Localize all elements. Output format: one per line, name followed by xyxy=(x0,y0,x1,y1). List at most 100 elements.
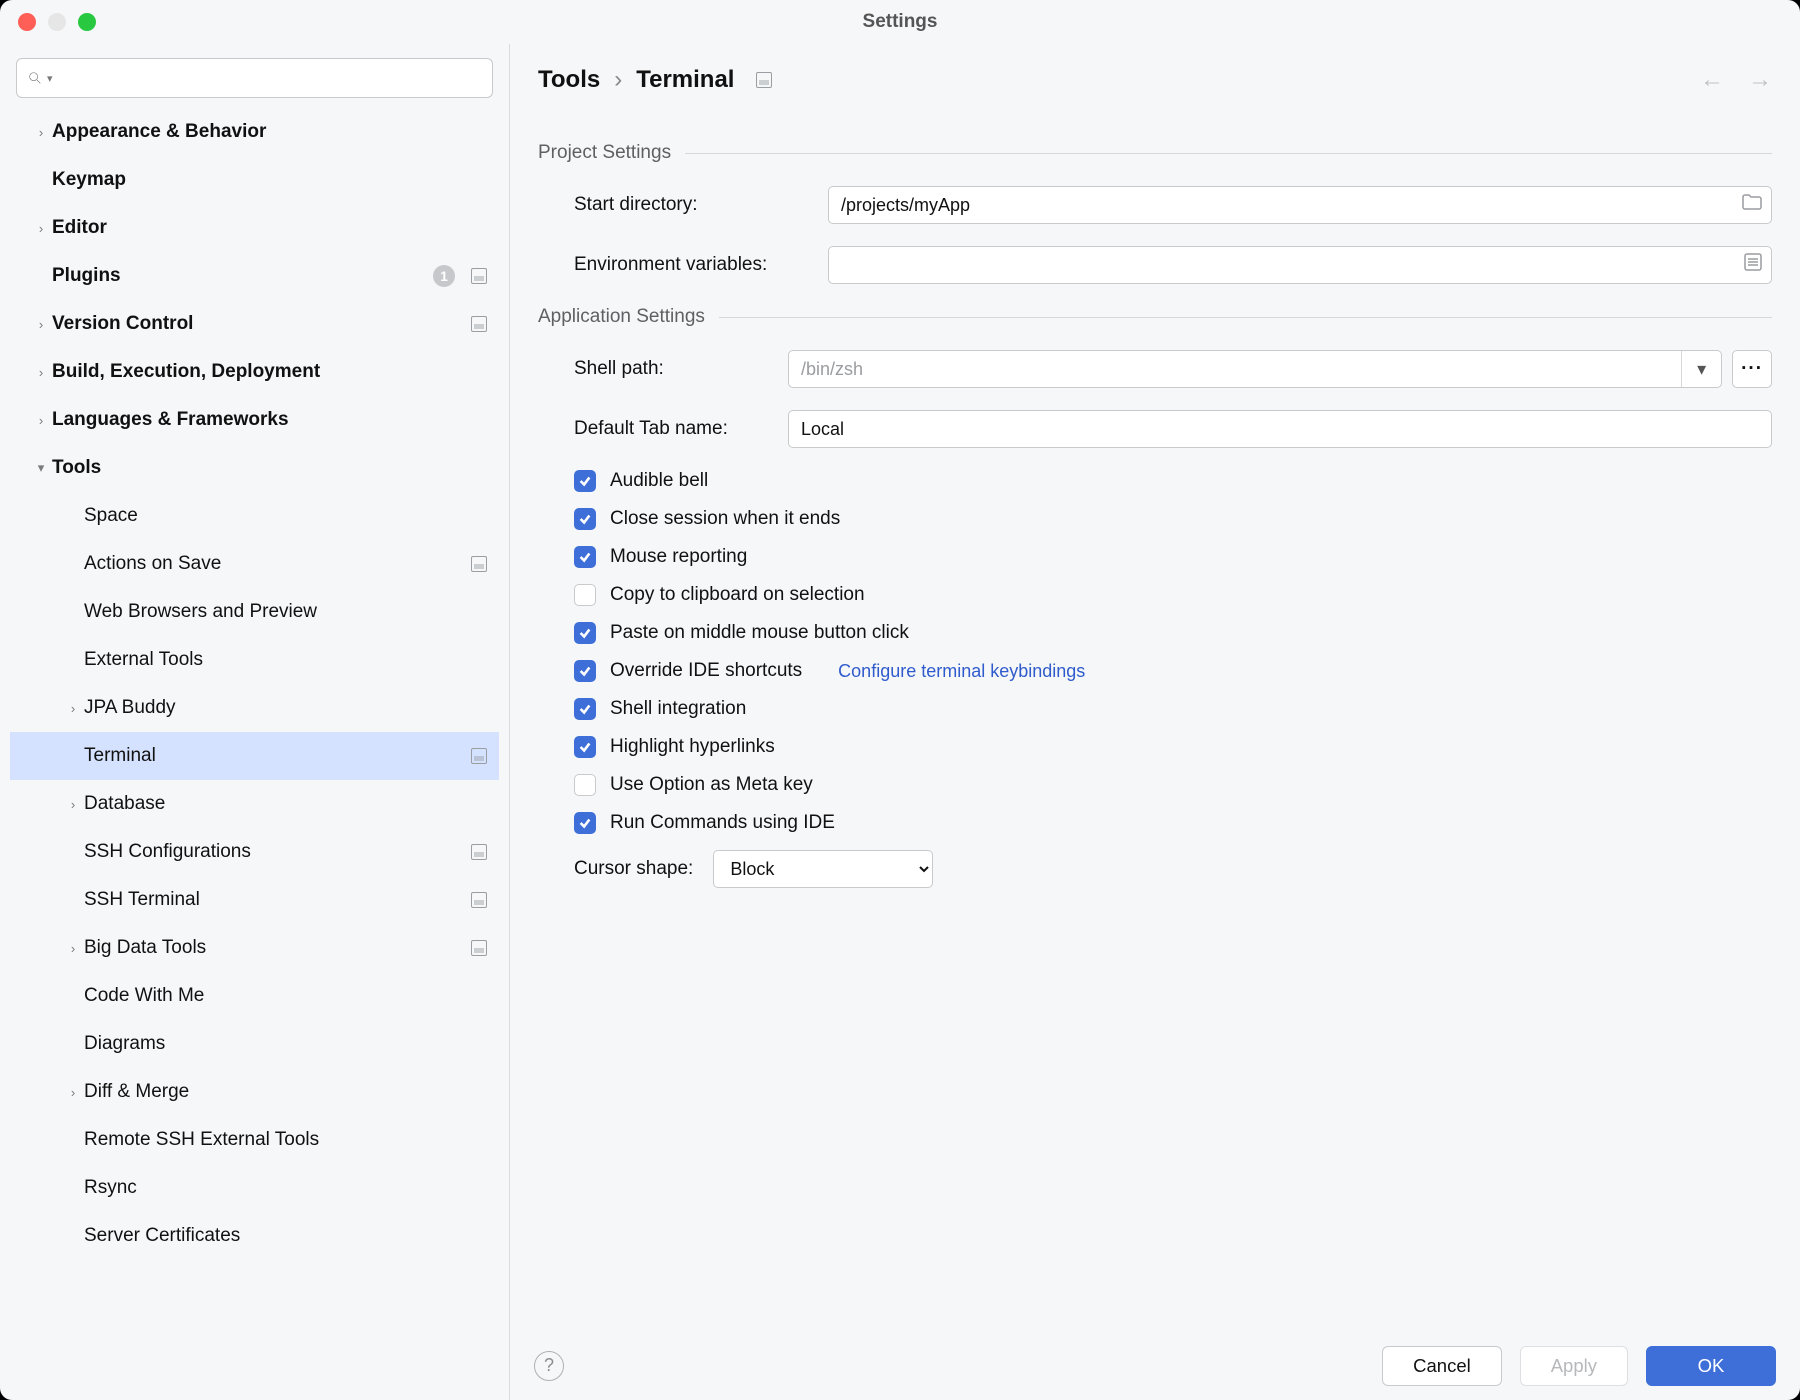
window-minimize-button[interactable] xyxy=(48,13,66,31)
sidebar-item-label: Remote SSH External Tools xyxy=(84,1129,319,1151)
checkbox-label: Paste on middle mouse button click xyxy=(610,622,909,644)
sidebar-item-vcs[interactable]: ›Version Control xyxy=(10,300,499,348)
sidebar-item-appearance[interactable]: ›Appearance & Behavior xyxy=(10,108,499,156)
chevron-right-icon: › xyxy=(30,221,52,236)
checkbox[interactable] xyxy=(574,508,596,530)
sidebar-item-terminal[interactable]: Terminal xyxy=(10,732,499,780)
sidebar-item-diagrams[interactable]: Diagrams xyxy=(10,1020,499,1068)
application-settings-label: Application Settings xyxy=(538,306,705,328)
sidebar-item-remote-ssh[interactable]: Remote SSH External Tools xyxy=(10,1116,499,1164)
sidebar-item-label: Rsync xyxy=(84,1177,137,1199)
window-close-button[interactable] xyxy=(18,13,36,31)
sidebar-item-actions-on-save[interactable]: Actions on Save xyxy=(10,540,499,588)
dropdown-caret-icon: ▾ xyxy=(47,72,53,85)
back-button[interactable]: ← xyxy=(1700,66,1724,94)
sidebar-item-rsync[interactable]: Rsync xyxy=(10,1164,499,1212)
sidebar-item-plugins[interactable]: Plugins1 xyxy=(10,252,499,300)
checkbox-row: Run Commands using IDE xyxy=(538,812,1772,834)
sidebar-item-label: Server Certificates xyxy=(84,1225,240,1247)
application-settings-group: Application Settings xyxy=(538,306,1772,328)
sidebar-item-code-with-me[interactable]: Code With Me xyxy=(10,972,499,1020)
checkbox-label: Override IDE shortcuts xyxy=(610,660,802,682)
chevron-down-icon: ▾ xyxy=(30,460,52,476)
settings-tree: ›Appearance & BehaviorKeymap›EditorPlugi… xyxy=(10,108,499,1400)
browse-button[interactable]: ··· xyxy=(1732,350,1772,388)
search-input[interactable]: ▾ xyxy=(16,58,493,98)
project-settings-label: Project Settings xyxy=(538,142,671,164)
scope-icon xyxy=(471,556,487,572)
default-tab-name-label: Default Tab name: xyxy=(538,418,788,440)
window-maximize-button[interactable] xyxy=(78,13,96,31)
checkbox-label: Highlight hyperlinks xyxy=(610,736,775,758)
cursor-shape-label: Cursor shape: xyxy=(574,858,693,880)
chevron-right-icon: › xyxy=(62,701,84,716)
checkbox[interactable] xyxy=(574,622,596,644)
checkbox-label: Audible bell xyxy=(610,470,708,492)
cursor-shape-select[interactable]: Block xyxy=(713,850,933,888)
sidebar-item-database[interactable]: ›Database xyxy=(10,780,499,828)
chevron-down-icon[interactable]: ▾ xyxy=(1681,351,1721,387)
main-panel: Tools › Terminal ← → Project Settings St… xyxy=(510,44,1800,1400)
checkbox[interactable] xyxy=(574,812,596,834)
sidebar-item-web-browsers[interactable]: Web Browsers and Preview xyxy=(10,588,499,636)
cancel-button[interactable]: Cancel xyxy=(1382,1346,1502,1386)
sidebar-item-big-data[interactable]: ›Big Data Tools xyxy=(10,924,499,972)
checkbox-label: Run Commands using IDE xyxy=(610,812,835,834)
checkbox[interactable] xyxy=(574,470,596,492)
configure-keybindings-link[interactable]: Configure terminal keybindings xyxy=(838,661,1085,682)
sidebar-item-label: Build, Execution, Deployment xyxy=(52,361,320,383)
chevron-right-icon: › xyxy=(30,365,52,380)
sidebar-item-label: JPA Buddy xyxy=(84,697,176,719)
sidebar-item-label: Space xyxy=(84,505,138,527)
apply-button[interactable]: Apply xyxy=(1520,1346,1628,1386)
sidebar-item-label: Big Data Tools xyxy=(84,937,206,959)
shell-path-combo[interactable]: /bin/zsh ▾ xyxy=(788,350,1722,388)
sidebar-item-keymap[interactable]: Keymap xyxy=(10,156,499,204)
breadcrumb-root[interactable]: Tools xyxy=(538,66,600,94)
help-icon[interactable]: ? xyxy=(534,1351,564,1381)
checkbox[interactable] xyxy=(574,660,596,682)
sidebar-item-space[interactable]: Space xyxy=(10,492,499,540)
window-title: Settings xyxy=(863,11,938,33)
sidebar-item-server-certs[interactable]: Server Certificates xyxy=(10,1212,499,1260)
start-directory-input[interactable] xyxy=(828,186,1772,224)
sidebar-item-label: Keymap xyxy=(52,169,126,191)
sidebar-item-editor[interactable]: ›Editor xyxy=(10,204,499,252)
list-icon[interactable] xyxy=(1744,253,1762,277)
checkbox[interactable] xyxy=(574,698,596,720)
checkbox[interactable] xyxy=(574,546,596,568)
sidebar-item-jpa-buddy[interactable]: ›JPA Buddy xyxy=(10,684,499,732)
ok-button[interactable]: OK xyxy=(1646,1346,1776,1386)
sidebar-item-label: Tools xyxy=(52,457,101,479)
sidebar-item-ssh-terminal[interactable]: SSH Terminal xyxy=(10,876,499,924)
env-variables-input[interactable] xyxy=(828,246,1772,284)
checkbox-row: Shell integration xyxy=(538,698,1772,720)
default-tab-name-input[interactable] xyxy=(788,410,1772,448)
sidebar-item-lang[interactable]: ›Languages & Frameworks xyxy=(10,396,499,444)
sidebar-item-label: Plugins xyxy=(52,265,121,287)
sidebar-item-ssh-config[interactable]: SSH Configurations xyxy=(10,828,499,876)
search-icon xyxy=(27,70,43,86)
checkbox[interactable] xyxy=(574,774,596,796)
dialog-footer: ? Cancel Apply OK xyxy=(510,1330,1800,1400)
breadcrumb-leaf: Terminal xyxy=(636,66,734,94)
sidebar-item-label: SSH Configurations xyxy=(84,841,251,863)
checkbox[interactable] xyxy=(574,736,596,758)
sidebar-item-build[interactable]: ›Build, Execution, Deployment xyxy=(10,348,499,396)
scope-icon xyxy=(471,316,487,332)
checkbox[interactable] xyxy=(574,584,596,606)
sidebar-item-tools[interactable]: ▾Tools xyxy=(10,444,499,492)
chevron-right-icon: › xyxy=(30,317,52,332)
sidebar-item-external-tools[interactable]: External Tools xyxy=(10,636,499,684)
shell-path-placeholder: /bin/zsh xyxy=(801,359,863,380)
sidebar-item-label: Editor xyxy=(52,217,107,239)
scope-icon xyxy=(471,940,487,956)
sidebar: ▾ ›Appearance & BehaviorKeymap›EditorPlu… xyxy=(0,44,510,1400)
scope-icon xyxy=(471,892,487,908)
checkbox-label: Copy to clipboard on selection xyxy=(610,584,865,606)
chevron-right-icon: › xyxy=(30,125,52,140)
folder-icon[interactable] xyxy=(1742,194,1762,216)
forward-button[interactable]: → xyxy=(1748,66,1772,94)
sidebar-item-label: Appearance & Behavior xyxy=(52,121,266,143)
sidebar-item-diff-merge[interactable]: ›Diff & Merge xyxy=(10,1068,499,1116)
